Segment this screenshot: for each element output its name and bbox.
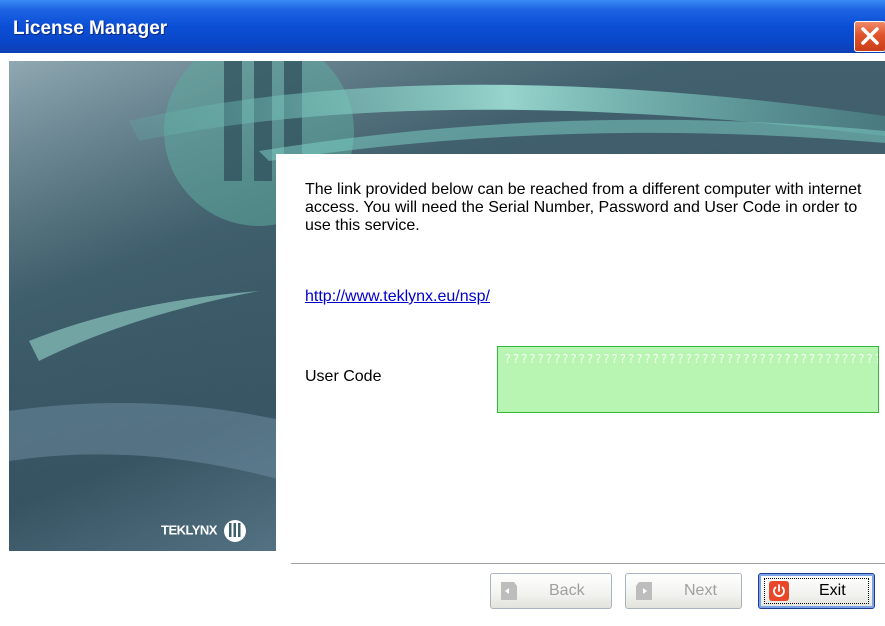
next-button[interactable]: Next bbox=[625, 573, 742, 609]
logo-text: TEKLYNX bbox=[161, 522, 217, 538]
close-button[interactable] bbox=[854, 21, 885, 52]
next-label: Next bbox=[684, 582, 717, 599]
client-area: TEKLYNX The link provided below can be r… bbox=[0, 53, 885, 626]
logo-emblem-icon bbox=[224, 520, 247, 542]
back-label: Back bbox=[549, 582, 585, 599]
power-icon bbox=[769, 581, 789, 601]
back-button[interactable]: Back bbox=[490, 573, 612, 609]
back-icon bbox=[501, 582, 517, 600]
nsp-link[interactable]: http://www.teklynx.eu/nsp/ bbox=[305, 288, 490, 306]
close-icon bbox=[861, 27, 879, 45]
teklynx-logo: TEKLYNX bbox=[161, 518, 248, 544]
window-title: License Manager bbox=[13, 18, 168, 39]
divider bbox=[291, 563, 885, 565]
info-text: The link provided below can be reached f… bbox=[305, 181, 862, 234]
exit-label: Exit bbox=[819, 582, 846, 599]
next-icon bbox=[636, 582, 652, 600]
title-bar[interactable]: License Manager bbox=[0, 0, 885, 53]
user-code-field[interactable]: ????????????????????????????????????????… bbox=[497, 346, 879, 413]
exit-button[interactable]: Exit bbox=[758, 573, 875, 609]
user-code-label: User Code bbox=[305, 368, 382, 385]
